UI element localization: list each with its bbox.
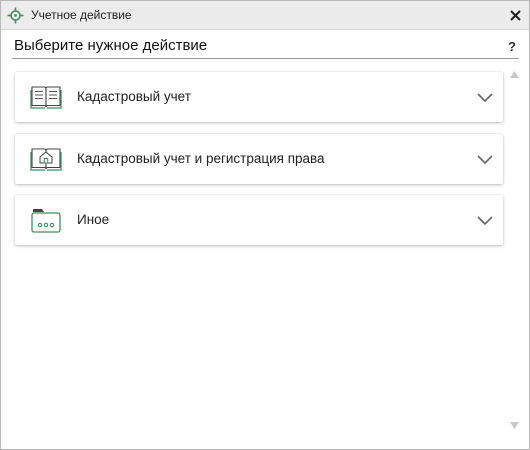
header-row: Выберите нужное действие ? <box>12 34 519 59</box>
chevron-down-icon[interactable] <box>477 152 493 165</box>
scroll-up-icon[interactable] <box>509 69 519 79</box>
close-button[interactable] <box>505 5 525 25</box>
close-icon <box>509 9 521 21</box>
window-title: Учетное действие <box>31 8 132 22</box>
book-house-icon <box>30 144 62 174</box>
chevron-down-icon[interactable] <box>477 90 493 103</box>
action-label: Кадастровый учет и регистрация права <box>77 151 325 166</box>
scroll-down-icon[interactable] <box>509 420 519 430</box>
action-card-cadastral[interactable]: Кадастровый учет <box>15 72 503 122</box>
dialog-window: Учетное действие Выберите нужное действи… <box>0 0 530 450</box>
crosshair-icon <box>7 7 24 24</box>
page-title: Выберите нужное действие <box>14 37 208 54</box>
open-book-icon <box>30 82 62 112</box>
folder-dots-icon <box>30 205 62 235</box>
chevron-down-icon[interactable] <box>477 213 493 226</box>
action-label: Кадастровый учет <box>77 89 191 104</box>
title-bar[interactable]: Учетное действие <box>1 1 529 30</box>
vertical-scrollbar[interactable] <box>507 63 521 439</box>
actions-list: Кадастровый учет Кадастровый учет и реги… <box>12 63 507 441</box>
help-button[interactable]: ? <box>508 39 516 54</box>
action-label: Иное <box>77 212 110 227</box>
action-card-other[interactable]: Иное <box>15 195 503 245</box>
action-card-cadastral-registration[interactable]: Кадастровый учет и регистрация права <box>15 134 503 184</box>
